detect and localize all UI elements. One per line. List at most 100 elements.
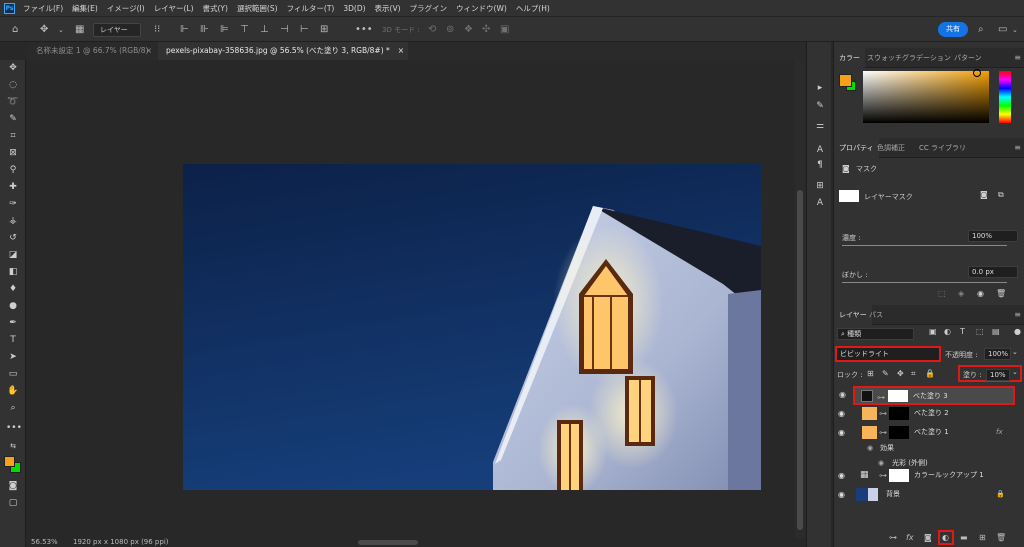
link-icon[interactable]: ⊶ bbox=[879, 466, 887, 485]
history-icon[interactable]: ▸ bbox=[813, 82, 827, 95]
delete-layer-icon[interactable]: 🗑 bbox=[996, 533, 1006, 542]
menu-type[interactable]: 書式(Y) bbox=[203, 3, 228, 14]
tab-paths[interactable]: パス bbox=[864, 305, 888, 325]
layer-row-fill-2[interactable]: ◉ ⊶ べた塗り 2 bbox=[834, 404, 1019, 423]
layer-row-fill-3[interactable]: ⊶ べた塗り 3 bbox=[853, 386, 1015, 405]
menu-select[interactable]: 選択範囲(S) bbox=[237, 3, 278, 14]
document-canvas[interactable] bbox=[183, 164, 761, 490]
layer-filter-dropdown[interactable]: ⌕ 種類 bbox=[837, 328, 914, 340]
blur-tool-icon[interactable]: ♦ bbox=[6, 283, 20, 296]
tab-adjustments[interactable]: 色調補正 bbox=[872, 138, 910, 158]
lock-position-icon[interactable]: ✥ bbox=[897, 369, 904, 378]
panel-menu-icon[interactable]: ≡ bbox=[1014, 143, 1021, 152]
vertical-scroll-thumb[interactable] bbox=[797, 190, 803, 530]
vertical-scrollbar[interactable] bbox=[795, 60, 805, 538]
transform-controls-icon[interactable]: ⁝⁝ bbox=[154, 23, 160, 37]
quick-select-tool-icon[interactable]: ✎ bbox=[6, 113, 20, 126]
eyedropper-tool-icon[interactable]: ⚲ bbox=[6, 164, 20, 177]
menu-help[interactable]: ヘルプ(H) bbox=[516, 3, 550, 14]
brush-tool-icon[interactable]: ✑ bbox=[6, 198, 20, 211]
panel-menu-icon[interactable]: ≡ bbox=[1014, 53, 1021, 62]
menu-3d[interactable]: 3D(D) bbox=[343, 4, 365, 13]
tab-patterns[interactable]: パターン bbox=[949, 48, 987, 68]
trash-icon[interactable]: 🗑 bbox=[996, 289, 1006, 298]
close-icon[interactable]: × bbox=[398, 42, 404, 60]
align-center-icon[interactable]: ⊪ bbox=[200, 23, 209, 37]
distribute-icon[interactable]: ⊢ bbox=[300, 23, 309, 37]
feather-field[interactable]: 0.0 px bbox=[968, 266, 1018, 278]
screen-mode-icon[interactable]: ▢ bbox=[6, 497, 20, 510]
chevron-down-icon[interactable]: ⌄ bbox=[58, 23, 64, 37]
horizontal-scroll-thumb[interactable] bbox=[358, 540, 418, 545]
character-styles-icon[interactable]: A bbox=[813, 197, 827, 210]
lock-all-icon[interactable]: 🔒 bbox=[925, 369, 935, 378]
auto-select-dropdown[interactable]: レイヤー bbox=[93, 23, 141, 37]
menu-window[interactable]: ウィンドウ(W) bbox=[456, 3, 507, 14]
eye-icon[interactable]: ◉ bbox=[838, 466, 848, 485]
adjustments-icon[interactable]: ⚌ bbox=[813, 120, 827, 133]
menu-file[interactable]: ファイル(F) bbox=[23, 3, 63, 14]
vector-mask-icon[interactable]: ⧉ bbox=[998, 190, 1004, 200]
filter-smart-icon[interactable]: ▤ bbox=[992, 327, 1000, 336]
menu-filter[interactable]: フィルター(T) bbox=[287, 3, 335, 14]
lock-pixels-icon[interactable]: ✎ bbox=[882, 369, 889, 378]
edit-toolbar-icon[interactable]: ••• bbox=[6, 422, 22, 435]
filter-shape-icon[interactable]: ⬚ bbox=[976, 327, 984, 336]
hand-tool-icon[interactable]: ✋ bbox=[6, 385, 20, 398]
path-select-icon[interactable]: ➤ bbox=[6, 351, 20, 364]
3d-scale-icon[interactable]: ▣ bbox=[500, 23, 509, 37]
3d-slide-icon[interactable]: ✣ bbox=[482, 23, 490, 37]
effects-eye-icon[interactable]: ◉ bbox=[867, 440, 873, 456]
tab-color[interactable]: カラー bbox=[834, 48, 865, 68]
lock-artboard-icon[interactable]: ⌗ bbox=[911, 369, 916, 379]
menu-plugins[interactable]: プラグイン bbox=[410, 3, 448, 14]
menu-layer[interactable]: レイヤー(L) bbox=[154, 3, 194, 14]
healing-brush-icon[interactable]: ✚ bbox=[6, 181, 20, 194]
feather-slider[interactable] bbox=[842, 282, 1007, 283]
new-layer-icon[interactable]: ⊞ bbox=[979, 533, 986, 542]
eye-icon[interactable]: ◉ bbox=[839, 390, 846, 399]
blend-mode-dropdown[interactable]: ビビッドライト bbox=[835, 346, 941, 362]
tab-gradients[interactable]: グラデーション bbox=[897, 48, 956, 68]
quick-mask-icon[interactable]: ◙ bbox=[6, 480, 20, 493]
filter-type-icon[interactable]: T bbox=[960, 327, 965, 336]
frame-tool-icon[interactable]: ⊠ bbox=[6, 147, 20, 160]
panel-menu-icon[interactable]: ≡ bbox=[1014, 310, 1021, 319]
distribute-vertical-icon[interactable]: ⊞ bbox=[320, 23, 328, 37]
tab-untitled[interactable]: 名称未設定 1 @ 66.7% (RGB/8) × bbox=[28, 42, 156, 60]
workspace-chevron-icon[interactable]: ⌄ bbox=[1012, 23, 1018, 37]
eye-icon[interactable]: ◉ bbox=[838, 485, 848, 504]
visibility-icon[interactable]: ◉ bbox=[977, 289, 984, 298]
3d-rotate-icon[interactable]: ⟲ bbox=[428, 23, 436, 37]
fill-field[interactable]: 10% bbox=[986, 369, 1010, 381]
lasso-tool-icon[interactable]: ➰ bbox=[6, 96, 20, 109]
search-icon[interactable]: ⌕ bbox=[978, 23, 984, 37]
marquee-tool-icon[interactable]: ◌ bbox=[6, 79, 20, 92]
clone-stamp-icon[interactable]: ⚶ bbox=[6, 215, 20, 228]
home-icon[interactable]: ⌂ bbox=[12, 23, 18, 37]
fill-chevron-icon[interactable]: ⌄ bbox=[1012, 368, 1018, 376]
opacity-field[interactable]: 100% bbox=[984, 348, 1011, 360]
share-button[interactable]: 共有 bbox=[938, 22, 968, 37]
align-bottom-icon[interactable]: ⊣ bbox=[280, 23, 289, 37]
swap-colors-icon[interactable]: ⇆ bbox=[6, 440, 20, 453]
new-group-icon[interactable]: ▬ bbox=[960, 533, 968, 542]
load-selection-icon[interactable]: ◈ bbox=[958, 289, 964, 298]
type-tool-icon[interactable]: T bbox=[6, 334, 20, 347]
color-picker-field[interactable] bbox=[863, 69, 989, 123]
select-mask-icon[interactable]: ⬚ bbox=[938, 289, 946, 298]
dodge-tool-icon[interactable]: ● bbox=[6, 300, 20, 313]
link-layers-icon[interactable]: ⊶ bbox=[889, 533, 897, 542]
workspace-icon[interactable]: ▭ bbox=[998, 23, 1007, 37]
eye-icon[interactable]: ◉ bbox=[838, 404, 848, 423]
brush-settings-icon[interactable]: ✎ bbox=[813, 100, 827, 113]
filter-adjustment-icon[interactable]: ◐ bbox=[944, 327, 951, 336]
hue-slider[interactable] bbox=[999, 71, 1011, 123]
character-icon[interactable]: A bbox=[813, 144, 827, 157]
3d-drag-icon[interactable]: ❖ bbox=[464, 23, 473, 37]
paragraph-icon[interactable]: ¶ bbox=[813, 159, 827, 172]
link-icon[interactable]: ⊶ bbox=[879, 404, 887, 423]
layer-row-color-lookup[interactable]: ◉ ▦ ⊶ カラールックアップ 1 bbox=[834, 466, 1019, 485]
pixel-mask-icon[interactable]: ◙ bbox=[980, 190, 988, 199]
glyphs-icon[interactable]: ⊞ bbox=[813, 180, 827, 193]
